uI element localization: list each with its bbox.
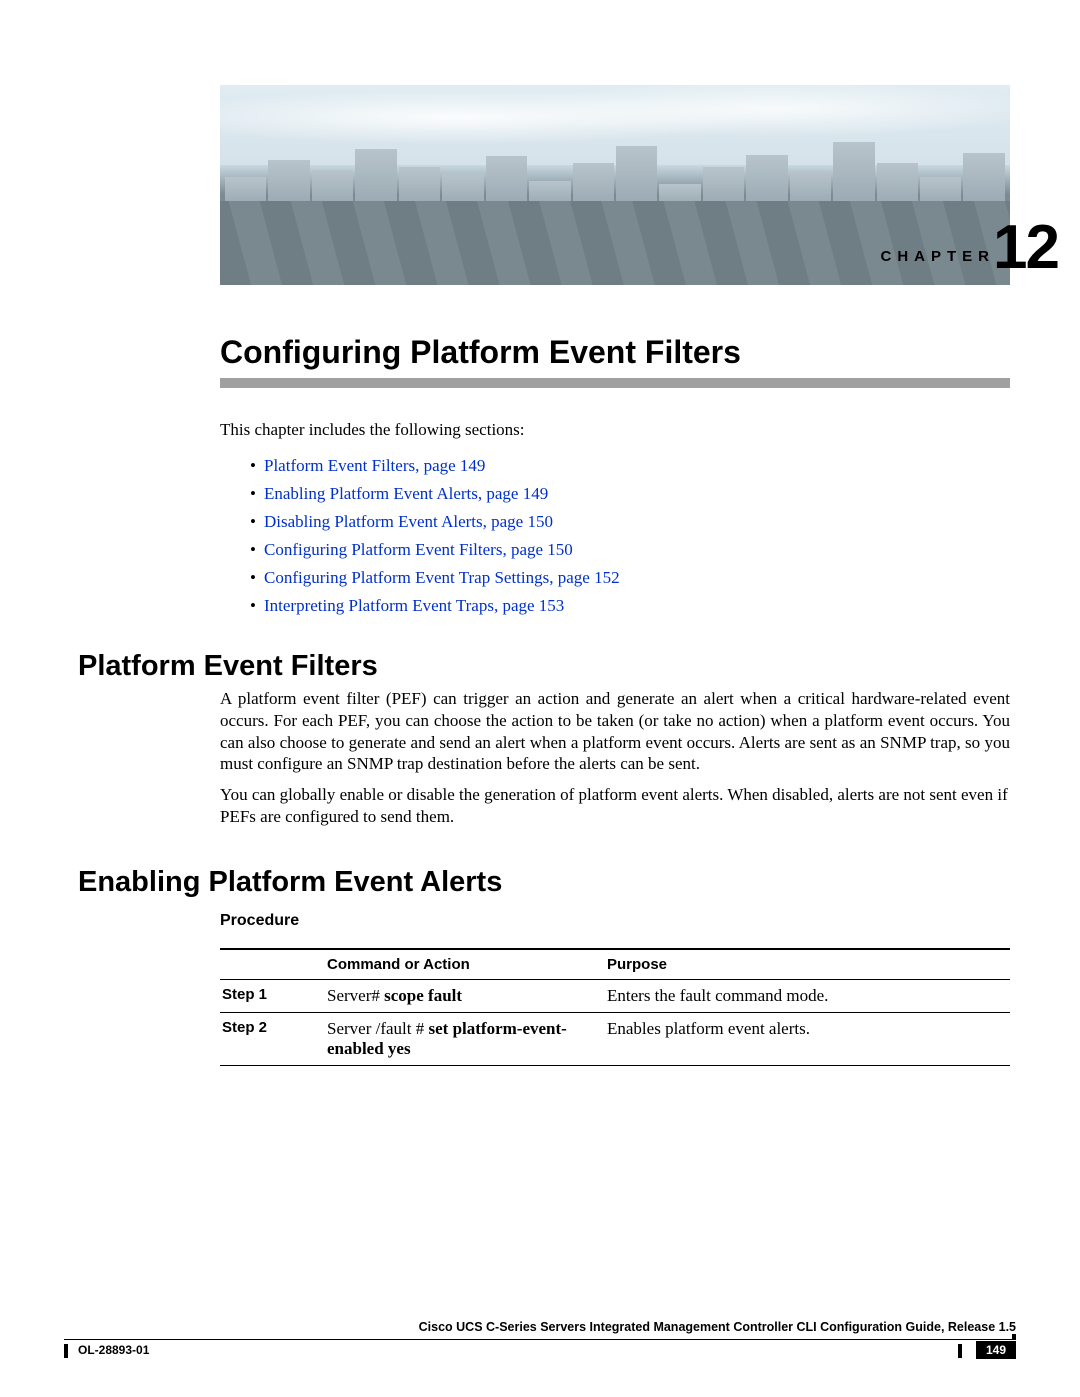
purpose-cell: Enables platform event alerts. xyxy=(605,1013,1010,1066)
toc-link-disable[interactable]: Disabling Platform Event Alerts, page 15… xyxy=(264,512,553,531)
purpose-cell: Enters the fault command mode. xyxy=(605,980,1010,1013)
chapter-label: CHAPTER xyxy=(880,248,995,265)
footer-tick xyxy=(1012,1334,1016,1340)
chapter-number: 12 xyxy=(993,212,1058,283)
table-row: Step 2 Server /fault # set platform-even… xyxy=(220,1013,1010,1066)
toc-item: Platform Event Filters, page 149 xyxy=(250,452,620,480)
footer-doc-id: OL-28893-01 xyxy=(78,1343,149,1357)
step-cell: Step 2 xyxy=(220,1013,325,1066)
pef-paragraph-2: You can globally enable or disable the g… xyxy=(220,784,1010,828)
pef-paragraph-1: A platform event filter (PEF) can trigge… xyxy=(220,688,1010,775)
toc-item: Configuring Platform Event Filters, page… xyxy=(250,536,620,564)
toc-link-enable[interactable]: Enabling Platform Event Alerts, page 149 xyxy=(264,484,548,503)
toc-link-configure[interactable]: Configuring Platform Event Filters, page… xyxy=(264,540,573,559)
table-head-command: Command or Action xyxy=(325,949,605,980)
table-head-purpose: Purpose xyxy=(605,949,1010,980)
procedure-label: Procedure xyxy=(220,912,299,930)
command-cell: Server# scope fault xyxy=(325,980,605,1013)
toc-item: Disabling Platform Event Alerts, page 15… xyxy=(250,508,620,536)
cmd-prefix: Server /fault # xyxy=(327,1019,429,1038)
toc-list: Platform Event Filters, page 149 Enablin… xyxy=(250,452,620,620)
footer-rule xyxy=(64,1339,1016,1340)
footer-guide-title: Cisco UCS C-Series Servers Integrated Ma… xyxy=(419,1320,1016,1334)
section-heading-pef: Platform Event Filters xyxy=(78,650,378,683)
cmd-prefix: Server# xyxy=(327,986,384,1005)
toc-item: Configuring Platform Event Trap Settings… xyxy=(250,564,620,592)
toc-link-trap-settings[interactable]: Configuring Platform Event Trap Settings… xyxy=(264,568,620,587)
toc-item: Interpreting Platform Event Traps, page … xyxy=(250,592,620,620)
footer-tick xyxy=(958,1344,962,1358)
command-cell: Server /fault # set platform-event-enabl… xyxy=(325,1013,605,1066)
step-cell: Step 1 xyxy=(220,980,325,1013)
toc-link-interpret[interactable]: Interpreting Platform Event Traps, page … xyxy=(264,596,564,615)
procedure-table: Command or Action Purpose Step 1 Server#… xyxy=(220,948,1010,1066)
chapter-title: Configuring Platform Event Filters xyxy=(220,335,1010,388)
footer-page-number: 149 xyxy=(976,1341,1016,1359)
cmd-bold: scope fault xyxy=(384,986,462,1005)
table-row: Step 1 Server# scope fault Enters the fa… xyxy=(220,980,1010,1013)
toc-link-pef[interactable]: Platform Event Filters, page 149 xyxy=(264,456,485,475)
section-heading-enable: Enabling Platform Event Alerts xyxy=(78,866,502,899)
table-head-step xyxy=(220,949,325,980)
toc-item: Enabling Platform Event Alerts, page 149 xyxy=(250,480,620,508)
footer-tick xyxy=(64,1344,68,1358)
intro-text: This chapter includes the following sect… xyxy=(220,420,1010,440)
